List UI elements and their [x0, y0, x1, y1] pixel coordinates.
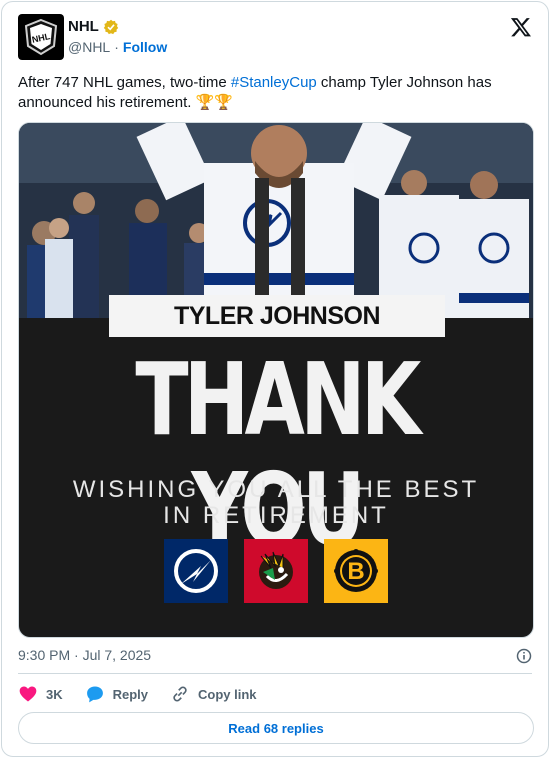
tweet-image[interactable]: TYLER JOHNSON THANK YOU WISHING YOU ALL … [18, 122, 534, 638]
tweet-text-start: After 747 NHL games, two-time [18, 74, 231, 91]
action-bar: 3K Reply Copy link [18, 684, 279, 704]
author-name-row: NHL [68, 18, 119, 35]
tweet-text: After 747 NHL games, two-time #StanleyCu… [18, 73, 538, 113]
svg-text:B: B [347, 558, 364, 585]
separator-dot: · [114, 39, 119, 55]
nhl-shield-icon: NHL [24, 18, 58, 56]
copy-link-label: Copy link [198, 686, 257, 702]
retirement-message-line-1: WISHING YOU ALL THE BEST [72, 476, 480, 503]
bruins-b-icon: B [334, 549, 378, 592]
team-logos: B [164, 539, 388, 603]
tweet-card: NHL NHL @NHL · Follow After 747 NHL game… [1, 1, 549, 757]
handle-row: @NHL · Follow [68, 39, 167, 55]
retirement-message: WISHING YOU ALL THE BEST IN RETIREMENT [19, 477, 533, 529]
retirement-message-line-2: IN RETIREMENT [163, 502, 389, 529]
blackhawks-head-icon [259, 551, 293, 589]
boston-bruins-logo: B [324, 539, 388, 603]
hashtag-link[interactable]: #StanleyCup [231, 74, 317, 91]
like-count: 3K [46, 686, 63, 702]
tampa-bay-lightning-logo [164, 539, 228, 603]
thank-you-headline: THANK YOU [135, 341, 421, 568]
divider [18, 673, 532, 674]
reply-bubble-icon [86, 686, 103, 703]
author-handle[interactable]: @NHL [68, 39, 110, 55]
copy-link-button[interactable]: Copy link [170, 684, 257, 704]
player-name-plate: TYLER JOHNSON [109, 295, 445, 337]
lightning-bolt-icon [174, 549, 218, 593]
follow-button[interactable]: Follow [123, 39, 167, 55]
heart-icon [19, 686, 37, 702]
read-replies-button[interactable]: Read 68 replies [18, 712, 534, 744]
crowd-players-illustration [19, 123, 533, 318]
celebration-photo [19, 123, 533, 318]
x-logo-icon[interactable] [510, 16, 532, 38]
like-button[interactable]: 3K [18, 684, 63, 704]
chicago-blackhawks-logo [244, 539, 308, 603]
nhl-avatar[interactable]: NHL [18, 14, 64, 60]
author-name[interactable]: NHL [68, 18, 99, 35]
tweet-timestamp[interactable]: 9:30 PM · Jul 7, 2025 [18, 647, 151, 663]
reply-label: Reply [112, 686, 149, 702]
link-icon [173, 686, 187, 702]
info-icon[interactable] [516, 648, 532, 664]
reply-button[interactable]: Reply [85, 684, 148, 704]
verified-badge-icon [103, 19, 119, 34]
